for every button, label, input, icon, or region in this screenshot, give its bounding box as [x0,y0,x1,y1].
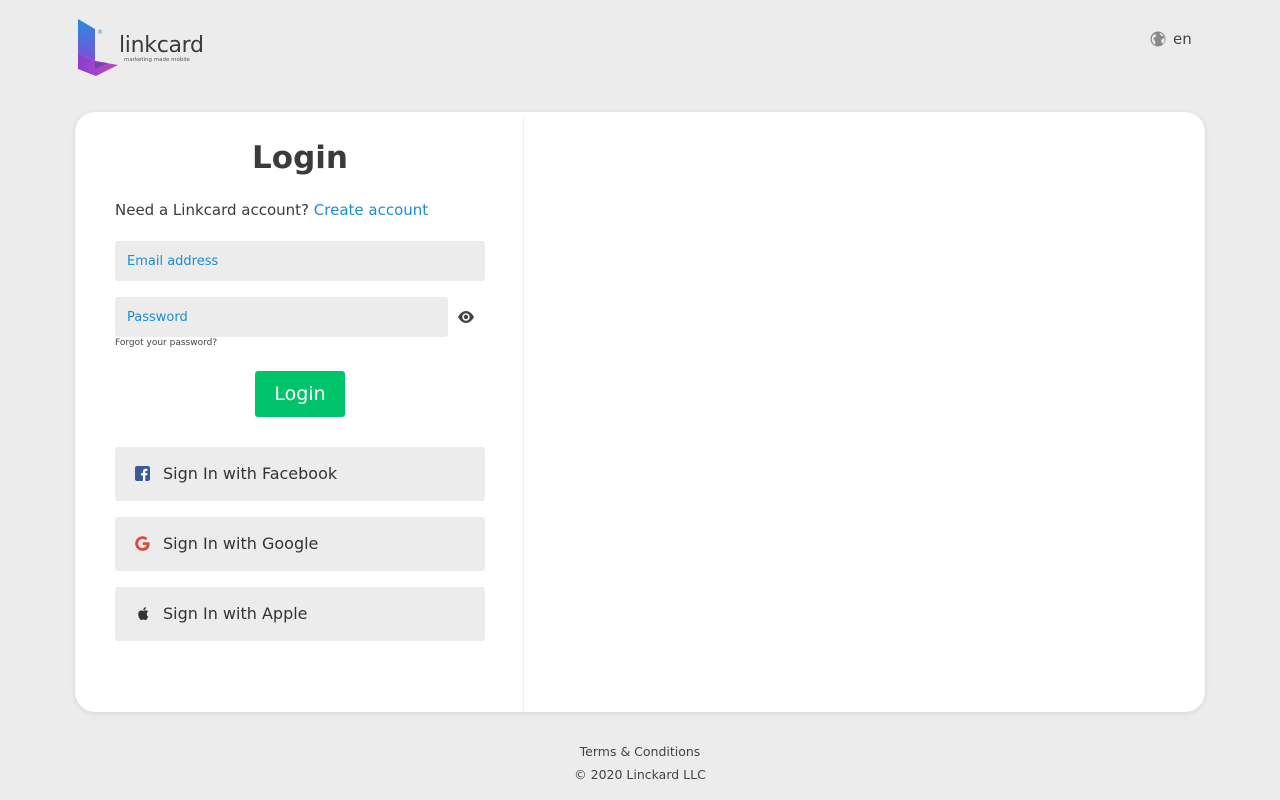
globe-icon [1150,31,1166,47]
terms-link[interactable]: Terms & Conditions [0,744,1280,759]
eye-icon[interactable] [457,309,475,325]
language-label: en [1173,30,1192,48]
card-divider [523,118,524,712]
password-field[interactable] [115,297,448,337]
signup-prompt: Need a Linkcard account? Create account [115,201,428,219]
facebook-icon [135,466,150,481]
apple-icon [138,607,149,621]
logo-mark-icon [78,19,118,76]
copyright-text: © 2020 Linckard LLC [574,767,706,782]
google-icon [135,536,150,551]
apple-signin-label: Sign In with Apple [163,604,308,623]
create-account-link[interactable]: Create account [314,201,428,219]
linkcard-logo[interactable]: ® linkcard marketing made mobile [76,19,206,77]
facebook-signin-button[interactable]: Sign In with Facebook [115,447,485,501]
logo-tagline: marketing made mobile [124,57,190,63]
apple-signin-button[interactable]: Sign In with Apple [115,587,485,641]
facebook-signin-label: Sign In with Facebook [163,464,338,483]
google-signin-label: Sign In with Google [163,534,319,553]
login-card: Login Need a Linkcard account? Create ac… [75,112,1205,712]
language-selector[interactable]: en [1150,29,1192,49]
logo-registered-mark: ® [97,29,103,36]
logo-wordmark: linkcard [119,33,204,58]
forgot-password-link[interactable]: Forgot your password? [115,338,217,348]
email-field[interactable] [115,241,485,281]
google-signin-button[interactable]: Sign In with Google [115,517,485,571]
page-title: Login [252,140,348,176]
login-button[interactable]: Login [255,371,345,417]
need-account-text: Need a Linkcard account? [115,201,309,219]
